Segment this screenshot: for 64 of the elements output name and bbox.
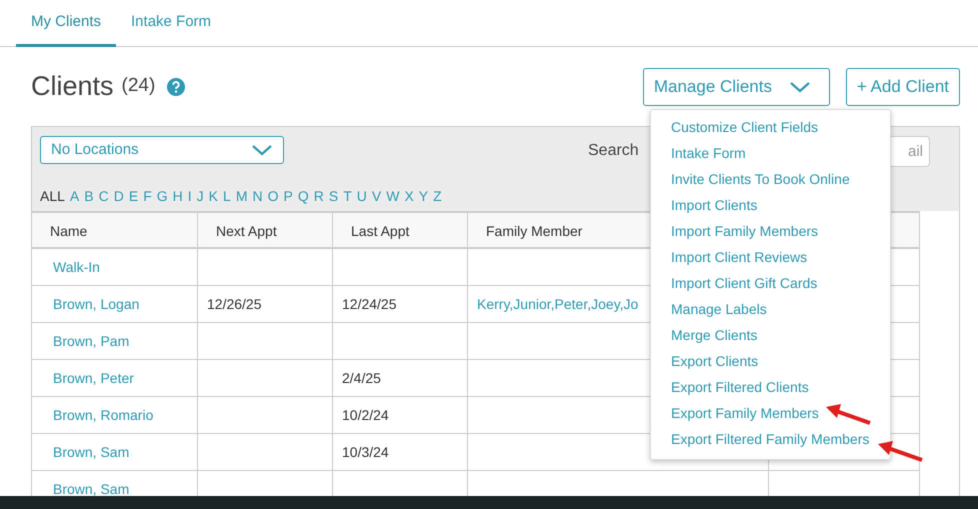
letter-filter-link[interactable]: F: [143, 186, 152, 207]
tab[interactable]: My Clients: [16, 0, 116, 47]
client-name-link[interactable]: Brown, Sam: [53, 444, 130, 460]
table-cell: 10/2/24: [333, 397, 468, 434]
chevron-down-icon: [251, 144, 273, 156]
letter-filter-link[interactable]: Z: [433, 186, 442, 207]
client-name-link[interactable]: Brown, Pam: [53, 333, 130, 349]
letter-filter-link[interactable]: I: [188, 186, 192, 207]
table-cell: 10/3/24: [333, 434, 468, 471]
letter-filter-link[interactable]: P: [284, 186, 293, 207]
add-client-button[interactable]: + Add Client: [846, 68, 960, 106]
search-label: Search: [588, 141, 640, 161]
letter-filter-link[interactable]: T: [343, 186, 352, 207]
client-name-link[interactable]: Brown, Peter: [53, 370, 134, 386]
column-header: Last Appt: [333, 211, 468, 249]
letter-filter-link[interactable]: D: [114, 186, 124, 207]
letter-filter-link[interactable]: H: [172, 186, 183, 207]
letter-filter-link[interactable]: O: [268, 186, 278, 207]
menu-item[interactable]: Manage Labels: [651, 297, 890, 323]
letter-filter-link[interactable]: M: [236, 186, 248, 207]
letter-filter-link[interactable]: J: [196, 186, 204, 207]
letter-filter-link[interactable]: V: [372, 186, 382, 207]
client-name-link[interactable]: Brown, Romario: [53, 407, 154, 423]
client-count: (24): [122, 74, 156, 98]
letter-filter-link[interactable]: A: [70, 186, 80, 207]
menu-item[interactable]: Export Family Members: [651, 401, 890, 427]
letter-filter-link[interactable]: S: [328, 186, 338, 207]
letter-filter-link[interactable]: K: [208, 186, 218, 207]
location-select[interactable]: No Locations: [40, 136, 284, 164]
annotation-arrow: [878, 441, 923, 462]
menu-item[interactable]: Invite Clients To Book Online: [651, 167, 890, 193]
page-title: Clients: [31, 70, 114, 103]
menu-item[interactable]: Import Client Gift Cards: [651, 271, 890, 297]
letter-filter-link[interactable]: W: [386, 186, 400, 207]
letter-filter-link[interactable]: ALL: [40, 186, 65, 207]
table-cell: 12/24/25: [333, 286, 468, 323]
column-header: Name: [32, 211, 198, 249]
menu-item[interactable]: Merge Clients: [651, 323, 890, 349]
annotation-arrow: [826, 404, 871, 425]
letter-filter-link[interactable]: U: [356, 186, 367, 207]
family-member-link[interactable]: Kerry,Junior,Peter,Joey,Jo: [477, 296, 638, 312]
menu-item[interactable]: Export Filtered Family Members: [651, 427, 890, 453]
menu-item[interactable]: Export Clients: [651, 349, 890, 375]
letter-filter-link[interactable]: R: [314, 186, 324, 207]
letter-filter-link[interactable]: G: [156, 186, 168, 207]
column-header: Next Appt: [198, 211, 333, 249]
letter-filter-link[interactable]: B: [84, 186, 94, 207]
help-icon[interactable]: [167, 78, 186, 96]
menu-item[interactable]: Export Filtered Clients: [651, 375, 890, 401]
client-name-link[interactable]: Brown, Sam: [53, 481, 130, 496]
tab[interactable]: Intake Form: [116, 0, 226, 47]
letter-filter-link[interactable]: X: [404, 186, 414, 207]
chevron-down-icon: [788, 81, 811, 93]
letter-filter-link[interactable]: Y: [418, 186, 428, 207]
letter-filter-link[interactable]: Q: [298, 186, 309, 207]
client-name-link[interactable]: Walk-In: [53, 259, 100, 275]
table-cell: 12/26/25: [198, 286, 333, 323]
letter-filter-link[interactable]: E: [128, 186, 138, 207]
client-name-link[interactable]: Brown, Logan: [53, 296, 140, 312]
letter-filter-link[interactable]: L: [223, 186, 231, 207]
letter-filter-link[interactable]: C: [98, 186, 109, 207]
table-cell: 2/4/25: [333, 360, 468, 397]
manage-clients-dropdown[interactable]: Manage Clients: [642, 68, 830, 106]
letter-filter-link[interactable]: N: [252, 186, 263, 207]
